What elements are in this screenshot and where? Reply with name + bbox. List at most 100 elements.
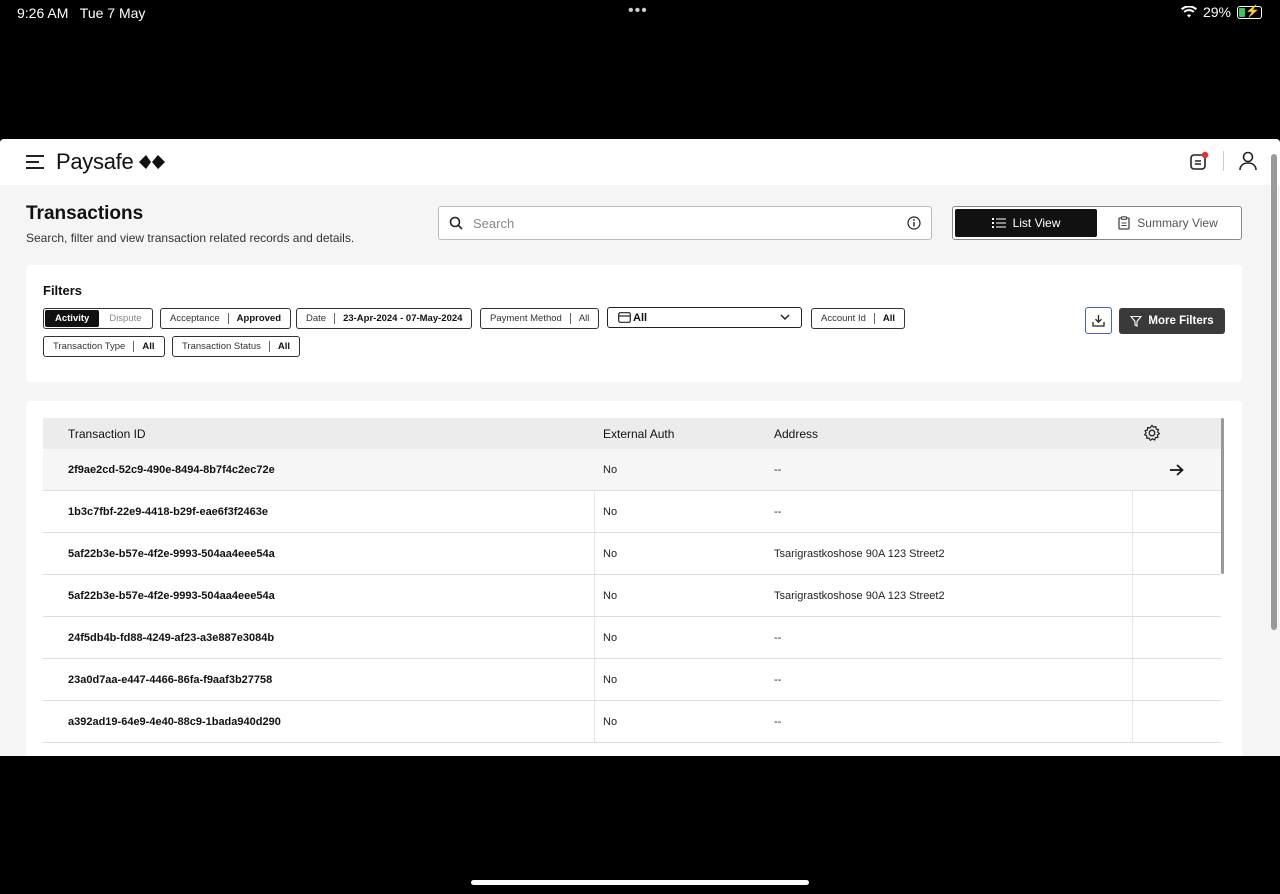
arrow-right-icon[interactable] bbox=[1170, 464, 1184, 476]
status-time: 9:26 AM Tue 7 May bbox=[17, 5, 146, 21]
table-header: Transaction ID External Auth Address bbox=[43, 418, 1221, 449]
address: -- bbox=[774, 505, 782, 518]
account-id-value: All bbox=[882, 313, 896, 324]
divider bbox=[1223, 151, 1224, 171]
external-auth: No bbox=[603, 589, 618, 602]
page-scrollbar[interactable] bbox=[1271, 154, 1277, 630]
column-settings-gear-icon[interactable] bbox=[1143, 424, 1161, 442]
transaction-type-filter[interactable]: Transaction Type All bbox=[43, 336, 165, 357]
address: -- bbox=[774, 631, 782, 644]
user-profile-icon[interactable] bbox=[1238, 151, 1258, 171]
payment-method-filter[interactable]: Payment Method All bbox=[480, 308, 600, 329]
search-icon bbox=[449, 216, 463, 230]
table-row[interactable]: 5af22b3e-b57e-4f2e-9993-504aa4eee54a No … bbox=[43, 533, 1221, 575]
transaction-id[interactable]: 24f5db4b-fd88-4249-af23-a3e887e3084b bbox=[68, 632, 274, 644]
ios-status-bar: 9:26 AM Tue 7 May ••• 29% ⚡ bbox=[0, 0, 1280, 26]
search-input[interactable] bbox=[473, 215, 907, 231]
table-row[interactable]: 5af22b3e-b57e-4f2e-9993-504aa4eee54a No … bbox=[43, 575, 1221, 617]
transaction-status-label: Transaction Status bbox=[182, 341, 261, 352]
paysafe-diamond-icon bbox=[139, 155, 166, 169]
page-header: Transactions Search, filter and view tra… bbox=[0, 185, 1280, 265]
transaction-type-value: All bbox=[142, 341, 155, 352]
table-row[interactable]: 2f9ae2cd-52c9-490e-8494-8b7f4c2ec72e No … bbox=[43, 449, 1221, 491]
table-row[interactable]: 23a0d7aa-e447-4466-86fa-f9aaf3b27758 No … bbox=[43, 659, 1221, 701]
address: -- bbox=[774, 463, 782, 476]
transaction-id[interactable]: 23a0d7aa-e447-4466-86fa-f9aaf3b27758 bbox=[68, 674, 272, 686]
chevron-down-icon bbox=[780, 314, 790, 321]
app-window: Paysafe Transactions Search, filter and … bbox=[0, 139, 1280, 756]
list-icon bbox=[991, 218, 1006, 228]
info-icon[interactable] bbox=[907, 216, 921, 230]
transaction-type-label: Transaction Type bbox=[53, 341, 126, 352]
dispute-tab[interactable]: Dispute bbox=[99, 310, 151, 327]
account-id-filter[interactable]: Account Id All bbox=[811, 308, 906, 329]
page-title: Transactions bbox=[26, 203, 144, 224]
download-button[interactable] bbox=[1085, 307, 1112, 334]
view-toggle: List View Summary View bbox=[952, 206, 1242, 240]
brand-name: Paysafe bbox=[56, 149, 134, 174]
address: -- bbox=[774, 673, 782, 686]
payment-method-label: Payment Method bbox=[490, 313, 562, 324]
date-label: Date bbox=[306, 313, 327, 324]
table-row[interactable]: a392ad19-64e9-4e40-88c9-1bada940d290 No … bbox=[43, 701, 1221, 743]
card-icon bbox=[618, 312, 631, 323]
date-filter[interactable]: Date 23-Apr-2024 - 07-May-2024 bbox=[296, 308, 473, 329]
transaction-status-filter[interactable]: Transaction Status All bbox=[172, 336, 300, 357]
filters-panel: Filters Activity Dispute Acceptance Appro… bbox=[26, 265, 1242, 382]
list-view-button[interactable]: List View bbox=[955, 209, 1097, 237]
wifi-icon bbox=[1180, 6, 1197, 18]
top-nav: Paysafe bbox=[0, 139, 1280, 185]
col-address[interactable]: Address bbox=[774, 427, 818, 441]
address: Tsarigrastkoshose 90A 123 Street2 bbox=[774, 589, 945, 602]
transaction-id[interactable]: 5af22b3e-b57e-4f2e-9993-504aa4eee54a bbox=[68, 548, 275, 560]
acceptance-filter[interactable]: Acceptance Approved bbox=[160, 308, 291, 329]
table-scrollbar[interactable] bbox=[1221, 418, 1224, 574]
list-view-label: List View bbox=[1012, 216, 1061, 230]
external-auth: No bbox=[603, 715, 618, 728]
page-subtitle: Search, filter and view transaction rela… bbox=[26, 231, 355, 245]
external-auth: No bbox=[603, 547, 618, 560]
activity-dispute-toggle: Activity Dispute bbox=[43, 308, 153, 329]
notifications-icon[interactable] bbox=[1189, 151, 1209, 171]
acceptance-label: Acceptance bbox=[170, 313, 220, 324]
transaction-id[interactable]: a392ad19-64e9-4e40-88c9-1bada940d290 bbox=[68, 716, 281, 728]
filters-title: Filters bbox=[43, 283, 83, 298]
activity-tab[interactable]: Activity bbox=[45, 310, 100, 327]
payment-type-dropdown[interactable]: All bbox=[607, 307, 802, 328]
home-indicator[interactable] bbox=[471, 880, 809, 885]
external-auth: No bbox=[603, 463, 618, 476]
acceptance-value: Approved bbox=[236, 313, 281, 324]
transactions-table: Transaction ID External Auth Address 2f9… bbox=[43, 418, 1221, 743]
date-value: 23-Apr-2024 - 07-May-2024 bbox=[343, 313, 463, 324]
filter-icon bbox=[1130, 315, 1143, 327]
transaction-id[interactable]: 5af22b3e-b57e-4f2e-9993-504aa4eee54a bbox=[68, 590, 275, 602]
battery-icon: ⚡ bbox=[1237, 4, 1262, 19]
transactions-table-card: Transaction ID External Auth Address 2f9… bbox=[26, 401, 1242, 756]
battery-percent: 29% bbox=[1202, 4, 1231, 20]
summary-view-label: Summary View bbox=[1137, 216, 1218, 230]
transaction-status-value: All bbox=[277, 341, 290, 352]
summary-view-button[interactable]: Summary View bbox=[1097, 209, 1239, 237]
search-box[interactable] bbox=[438, 206, 932, 240]
more-filters-label: More Filters bbox=[1148, 315, 1214, 327]
table-row[interactable]: 1b3c7fbf-22e9-4418-b29f-eae6f3f2463e No … bbox=[43, 491, 1221, 533]
menu-icon[interactable] bbox=[26, 155, 44, 169]
external-auth: No bbox=[603, 631, 618, 644]
transaction-id[interactable]: 2f9ae2cd-52c9-490e-8494-8b7f4c2ec72e bbox=[68, 464, 275, 476]
payment-method-value: All bbox=[578, 313, 590, 324]
col-external-auth[interactable]: External Auth bbox=[603, 427, 674, 441]
address: -- bbox=[774, 715, 782, 728]
clipboard-icon bbox=[1118, 216, 1130, 230]
external-auth: No bbox=[603, 505, 618, 518]
download-icon bbox=[1092, 315, 1105, 327]
address: Tsarigrastkoshose 90A 123 Street2 bbox=[774, 547, 945, 560]
more-filters-button[interactable]: More Filters bbox=[1119, 308, 1225, 334]
table-body: 2f9ae2cd-52c9-490e-8494-8b7f4c2ec72e No … bbox=[43, 449, 1221, 743]
multitasking-dots-icon[interactable]: ••• bbox=[628, 2, 648, 20]
external-auth: No bbox=[603, 673, 618, 686]
dropdown-value: All bbox=[633, 311, 648, 324]
col-transaction-id[interactable]: Transaction ID bbox=[68, 427, 146, 441]
table-row[interactable]: 24f5db4b-fd88-4249-af23-a3e887e3084b No … bbox=[43, 617, 1221, 659]
paysafe-logo[interactable]: Paysafe bbox=[56, 149, 166, 175]
transaction-id[interactable]: 1b3c7fbf-22e9-4418-b29f-eae6f3f2463e bbox=[68, 506, 268, 518]
